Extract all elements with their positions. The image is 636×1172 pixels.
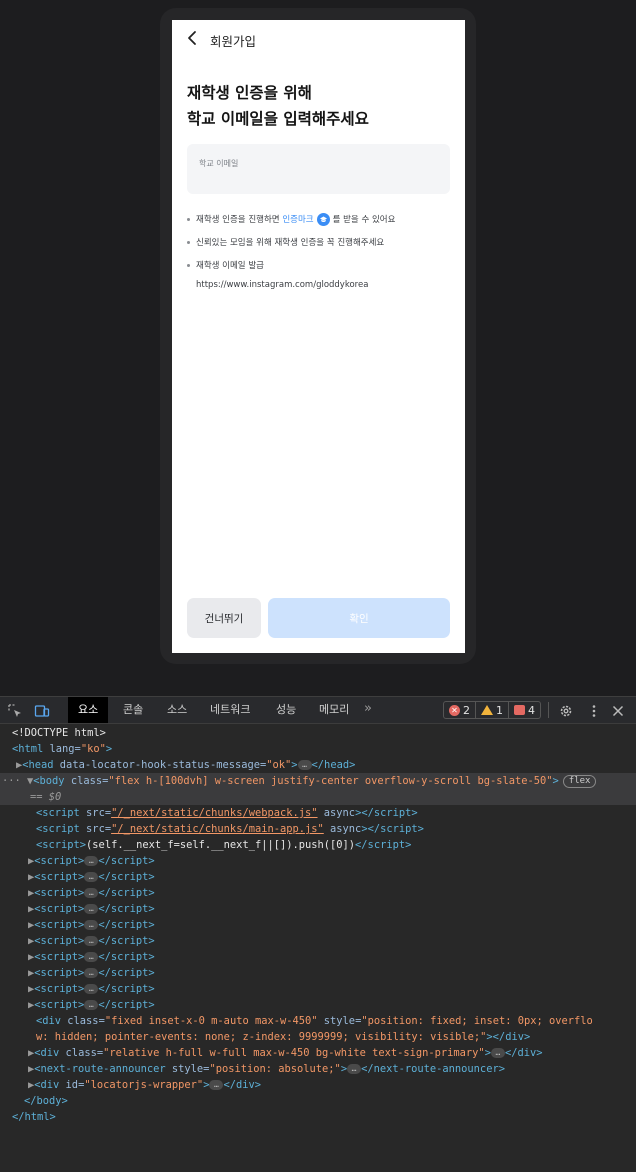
- kebab-menu-icon[interactable]: [586, 703, 602, 719]
- dom-line-script[interactable]: ▶<script>… </script>: [0, 901, 636, 917]
- dom-line-doctype[interactable]: <!DOCTYPE html>: [0, 725, 636, 741]
- tab-memory[interactable]: 메모리: [309, 697, 359, 723]
- dom-line-script[interactable]: ▶<script>… </script>: [0, 853, 636, 869]
- headline-line-1: 재학생 인증을 위해: [187, 84, 312, 102]
- dom-line-html[interactable]: <html lang="ko">: [0, 741, 636, 757]
- tab-elements[interactable]: 요소: [68, 697, 109, 723]
- dom-line-script[interactable]: ▶<script>… </script>: [0, 997, 636, 1013]
- dom-line-script[interactable]: ▶<script>… </script>: [0, 869, 636, 885]
- dom-line-script-main-app[interactable]: <script src="/_next/static/chunks/main-a…: [0, 821, 636, 837]
- dom-line-body[interactable]: ··· ▼<body class="flex h-[100dvh] w-scre…: [0, 773, 636, 789]
- dom-line-script-inline[interactable]: <script>(self.__next_f=self.__next_f||[]…: [0, 837, 636, 853]
- more-tabs-icon[interactable]: »: [364, 701, 372, 716]
- flex-badge[interactable]: flex: [562, 774, 597, 788]
- issue-icon: [514, 705, 525, 715]
- devtools-toolbar: 요소 콘솔 소스 네트워크 성능 메모리 » ✕ 2 1 4: [0, 697, 636, 724]
- tab-network[interactable]: 네트워크: [200, 697, 260, 723]
- info-item-email-issue: 재학생 이메일 발급: [186, 254, 456, 277]
- warning-icon: [481, 705, 493, 715]
- dom-line-script[interactable]: ▶<script>… </script>: [0, 885, 636, 901]
- top-bar: 회원가입: [172, 20, 465, 58]
- inspect-element-icon[interactable]: [7, 703, 23, 719]
- headline-line-2: 학교 이메일을 입력해주세요: [187, 110, 369, 128]
- cert-badge-icon: [316, 213, 330, 226]
- dom-line-locator[interactable]: ▶<div id="locatorjs-wrapper">… </div>: [0, 1077, 636, 1093]
- dom-line-script-webpack[interactable]: <script src="/_next/static/chunks/webpac…: [0, 805, 636, 821]
- tab-console[interactable]: 콘솔: [113, 697, 153, 723]
- dom-line-script[interactable]: ▶<script>… </script>: [0, 933, 636, 949]
- info-text-suffix: 를 받을 수 있어요: [332, 214, 396, 225]
- gear-icon[interactable]: [558, 703, 574, 719]
- page-title: 회원가입: [210, 34, 257, 49]
- error-count[interactable]: ✕ 2: [444, 702, 476, 718]
- close-icon[interactable]: [610, 703, 626, 719]
- device-toolbar-icon[interactable]: [34, 703, 50, 719]
- collapsed-ellipsis[interactable]: …: [297, 760, 312, 770]
- browser-viewport: 회원가입 재학생 인증을 위해 학교 이메일을 입력해주세요 학교 이메일 재학…: [0, 0, 636, 696]
- email-label: 학교 이메일: [199, 159, 239, 168]
- dom-line-script[interactable]: ▶<script>… </script>: [0, 949, 636, 965]
- email-input[interactable]: [199, 170, 439, 186]
- error-icon: ✕: [449, 704, 460, 716]
- info-list: 재학생 인증을 진행하면 인증마크 를 받을 수 있어요 신뢰있는 모임을 위해…: [186, 208, 456, 277]
- dom-line-script[interactable]: ▶<script>… </script>: [0, 917, 636, 933]
- issue-count[interactable]: 4: [509, 702, 540, 718]
- dom-line-selected-marker: == $0: [0, 789, 636, 805]
- headline: 재학생 인증을 위해 학교 이메일을 입력해주세요: [187, 80, 369, 132]
- confirm-button[interactable]: 확인: [268, 598, 450, 638]
- dom-line-head[interactable]: ▶<head data-locator-hook-status-message=…: [0, 757, 636, 773]
- dom-line-script[interactable]: ▶<script>… </script>: [0, 965, 636, 981]
- info-text: 재학생 인증을 진행하면: [196, 214, 280, 225]
- dom-line-div-app[interactable]: ▶<div class="relative h-full w-full max-…: [0, 1045, 636, 1061]
- instagram-link[interactable]: https://www.instagram.com/gloddykorea: [196, 280, 368, 290]
- back-arrow-icon[interactable]: [186, 30, 200, 46]
- skip-button[interactable]: 건너뛰기: [187, 598, 261, 638]
- dom-line-script[interactable]: ▶<script>… </script>: [0, 981, 636, 997]
- info-item-trust: 신뢰있는 모임을 위해 재학생 인증을 꼭 진행해주세요: [186, 231, 456, 254]
- dom-line-route-announcer[interactable]: ▶<next-route-announcer style="position: …: [0, 1061, 636, 1077]
- devtools-panel: 요소 콘솔 소스 네트워크 성능 메모리 » ✕ 2 1 4 <!DOCTYPE …: [0, 696, 636, 1172]
- dom-line-body-close[interactable]: </body>: [0, 1093, 636, 1109]
- info-item-cert-mark: 재학생 인증을 진행하면 인증마크 를 받을 수 있어요: [186, 208, 456, 231]
- dom-line-div-fixed[interactable]: <div class="fixed inset-x-0 m-auto max-w…: [0, 1013, 636, 1029]
- cert-mark-text: 인증마크: [282, 214, 314, 225]
- issue-counters[interactable]: ✕ 2 1 4: [443, 701, 541, 719]
- warning-count[interactable]: 1: [476, 702, 509, 718]
- dom-tree: <!DOCTYPE html> <html lang="ko"> ▶<head …: [0, 725, 636, 1125]
- tab-performance[interactable]: 성능: [266, 697, 306, 723]
- toolbar-divider: [548, 702, 549, 718]
- email-field[interactable]: 학교 이메일: [187, 144, 450, 194]
- dom-line-div-fixed-cont[interactable]: w: hidden; pointer-events: none; z-index…: [0, 1029, 636, 1045]
- tab-sources[interactable]: 소스: [157, 697, 197, 723]
- signup-screen: 회원가입 재학생 인증을 위해 학교 이메일을 입력해주세요 학교 이메일 재학…: [172, 20, 465, 653]
- dom-line-html-close[interactable]: </html>: [0, 1109, 636, 1125]
